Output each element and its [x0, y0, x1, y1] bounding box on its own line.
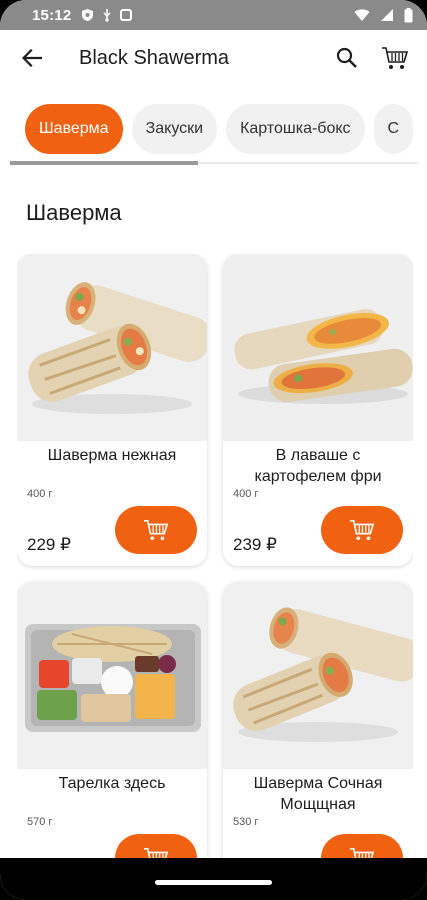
product-price: 239 ₽	[233, 535, 277, 554]
signal-icon	[381, 9, 393, 21]
category-tabs: Шаверма Закуски Картошка-бокс С	[0, 104, 427, 156]
usb-icon	[103, 9, 111, 22]
cart-icon	[382, 47, 409, 69]
shield-icon	[82, 9, 94, 21]
tab-snacks[interactable]: Закуски	[131, 104, 218, 154]
navigation-bar	[0, 858, 427, 900]
back-button[interactable]	[4, 30, 60, 86]
product-image	[17, 582, 207, 769]
product-weight: 570 г	[27, 816, 53, 828]
product-price: 229 ₽	[27, 535, 71, 554]
cart-icon	[350, 519, 375, 541]
cart-button[interactable]	[381, 44, 409, 72]
status-time: 15:12	[32, 6, 72, 24]
product-image	[223, 254, 413, 441]
product-weight: 400 г	[233, 488, 259, 500]
page-title: Black Shawerma	[79, 46, 230, 69]
product-card[interactable]: Шаверма нежная 400 г 229 ₽	[17, 254, 207, 566]
product-name: Шаверма нежная	[47, 447, 177, 464]
wifi-icon	[354, 8, 370, 21]
tab-potato-box[interactable]: Картошка-бокс	[226, 104, 365, 154]
app-bar: Black Shawerma	[0, 30, 427, 86]
product-card[interactable]: Шаверма Сочная Мощщная 530 г	[223, 582, 413, 858]
add-to-cart-button[interactable]	[115, 506, 197, 554]
tab-shawerma[interactable]: Шаверма	[25, 104, 123, 154]
cart-icon	[144, 519, 169, 541]
tabs-scroll-indicator	[10, 161, 198, 165]
app-screen: 15:12 Black Shawerma Шаверма Закуски Кар…	[0, 0, 427, 900]
search-icon	[336, 47, 357, 68]
tab-next[interactable]: С	[373, 104, 414, 154]
cart-icon	[144, 847, 169, 858]
product-card[interactable]: Тарелка здесь 570 г	[17, 582, 207, 858]
product-name: Шаверма Сочная Мощщная	[253, 775, 383, 813]
status-bar: 15:12	[0, 0, 427, 30]
tabs-scroll-track	[10, 161, 418, 165]
add-to-cart-button[interactable]	[321, 834, 403, 858]
add-to-cart-button[interactable]	[321, 506, 403, 554]
product-image	[17, 254, 207, 441]
notification-icon	[120, 9, 133, 21]
cart-icon	[350, 847, 375, 858]
add-to-cart-button[interactable]	[115, 834, 197, 858]
arrow-left-icon	[22, 49, 42, 67]
battery-icon	[404, 7, 413, 22]
product-name: Тарелка здесь	[58, 775, 166, 792]
search-button[interactable]	[333, 44, 361, 72]
product-card[interactable]: В лаваше с картофелем фри 400 г 239 ₽	[223, 254, 413, 566]
product-grid: Шаверма нежная 400 г 229 ₽ В лаваше с ка…	[17, 254, 413, 858]
home-gesture-handle[interactable]	[155, 880, 272, 885]
product-weight: 530 г	[233, 816, 259, 828]
section-title: Шаверма	[26, 200, 122, 225]
product-image	[223, 582, 413, 769]
product-weight: 400 г	[27, 488, 53, 500]
product-name: В лаваше с картофелем фри	[254, 447, 382, 485]
